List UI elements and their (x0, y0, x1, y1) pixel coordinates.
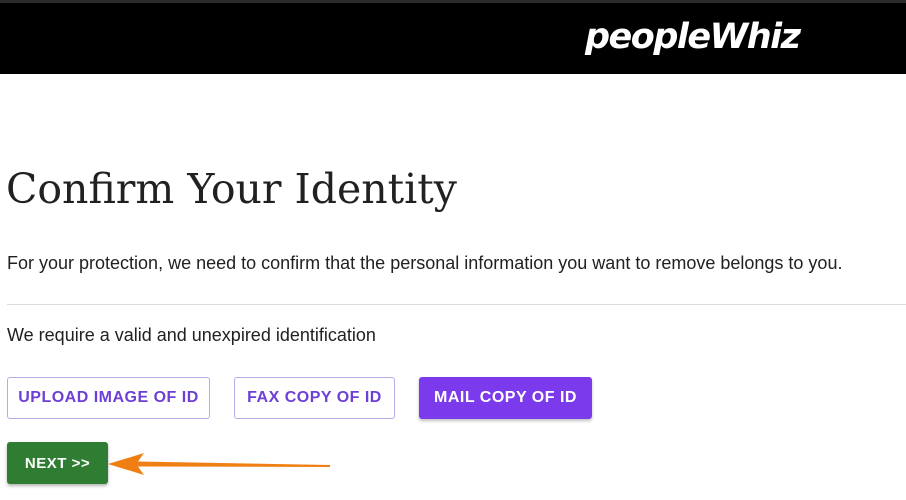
mail-copy-of-id-button[interactable]: MAIL COPY OF ID (419, 377, 592, 419)
page: peopleWhiz Confirm Your Identity For you… (0, 0, 906, 500)
arrow-left-icon (108, 453, 330, 475)
protection-description: For your protection, we need to confirm … (7, 253, 843, 273)
peoplewhiz-logo[interactable]: peopleWhiz (585, 15, 801, 59)
page-title: Confirm Your Identity (6, 165, 457, 213)
upload-image-of-id-button[interactable]: UPLOAD IMAGE OF ID (7, 377, 210, 419)
next-button[interactable]: NEXT >> (7, 442, 108, 484)
header-bar: peopleWhiz (0, 0, 906, 74)
id-requirement-text: We require a valid and unexpired identif… (7, 325, 376, 345)
fax-copy-of-id-button[interactable]: FAX COPY OF ID (234, 377, 395, 419)
section-divider (7, 304, 906, 305)
